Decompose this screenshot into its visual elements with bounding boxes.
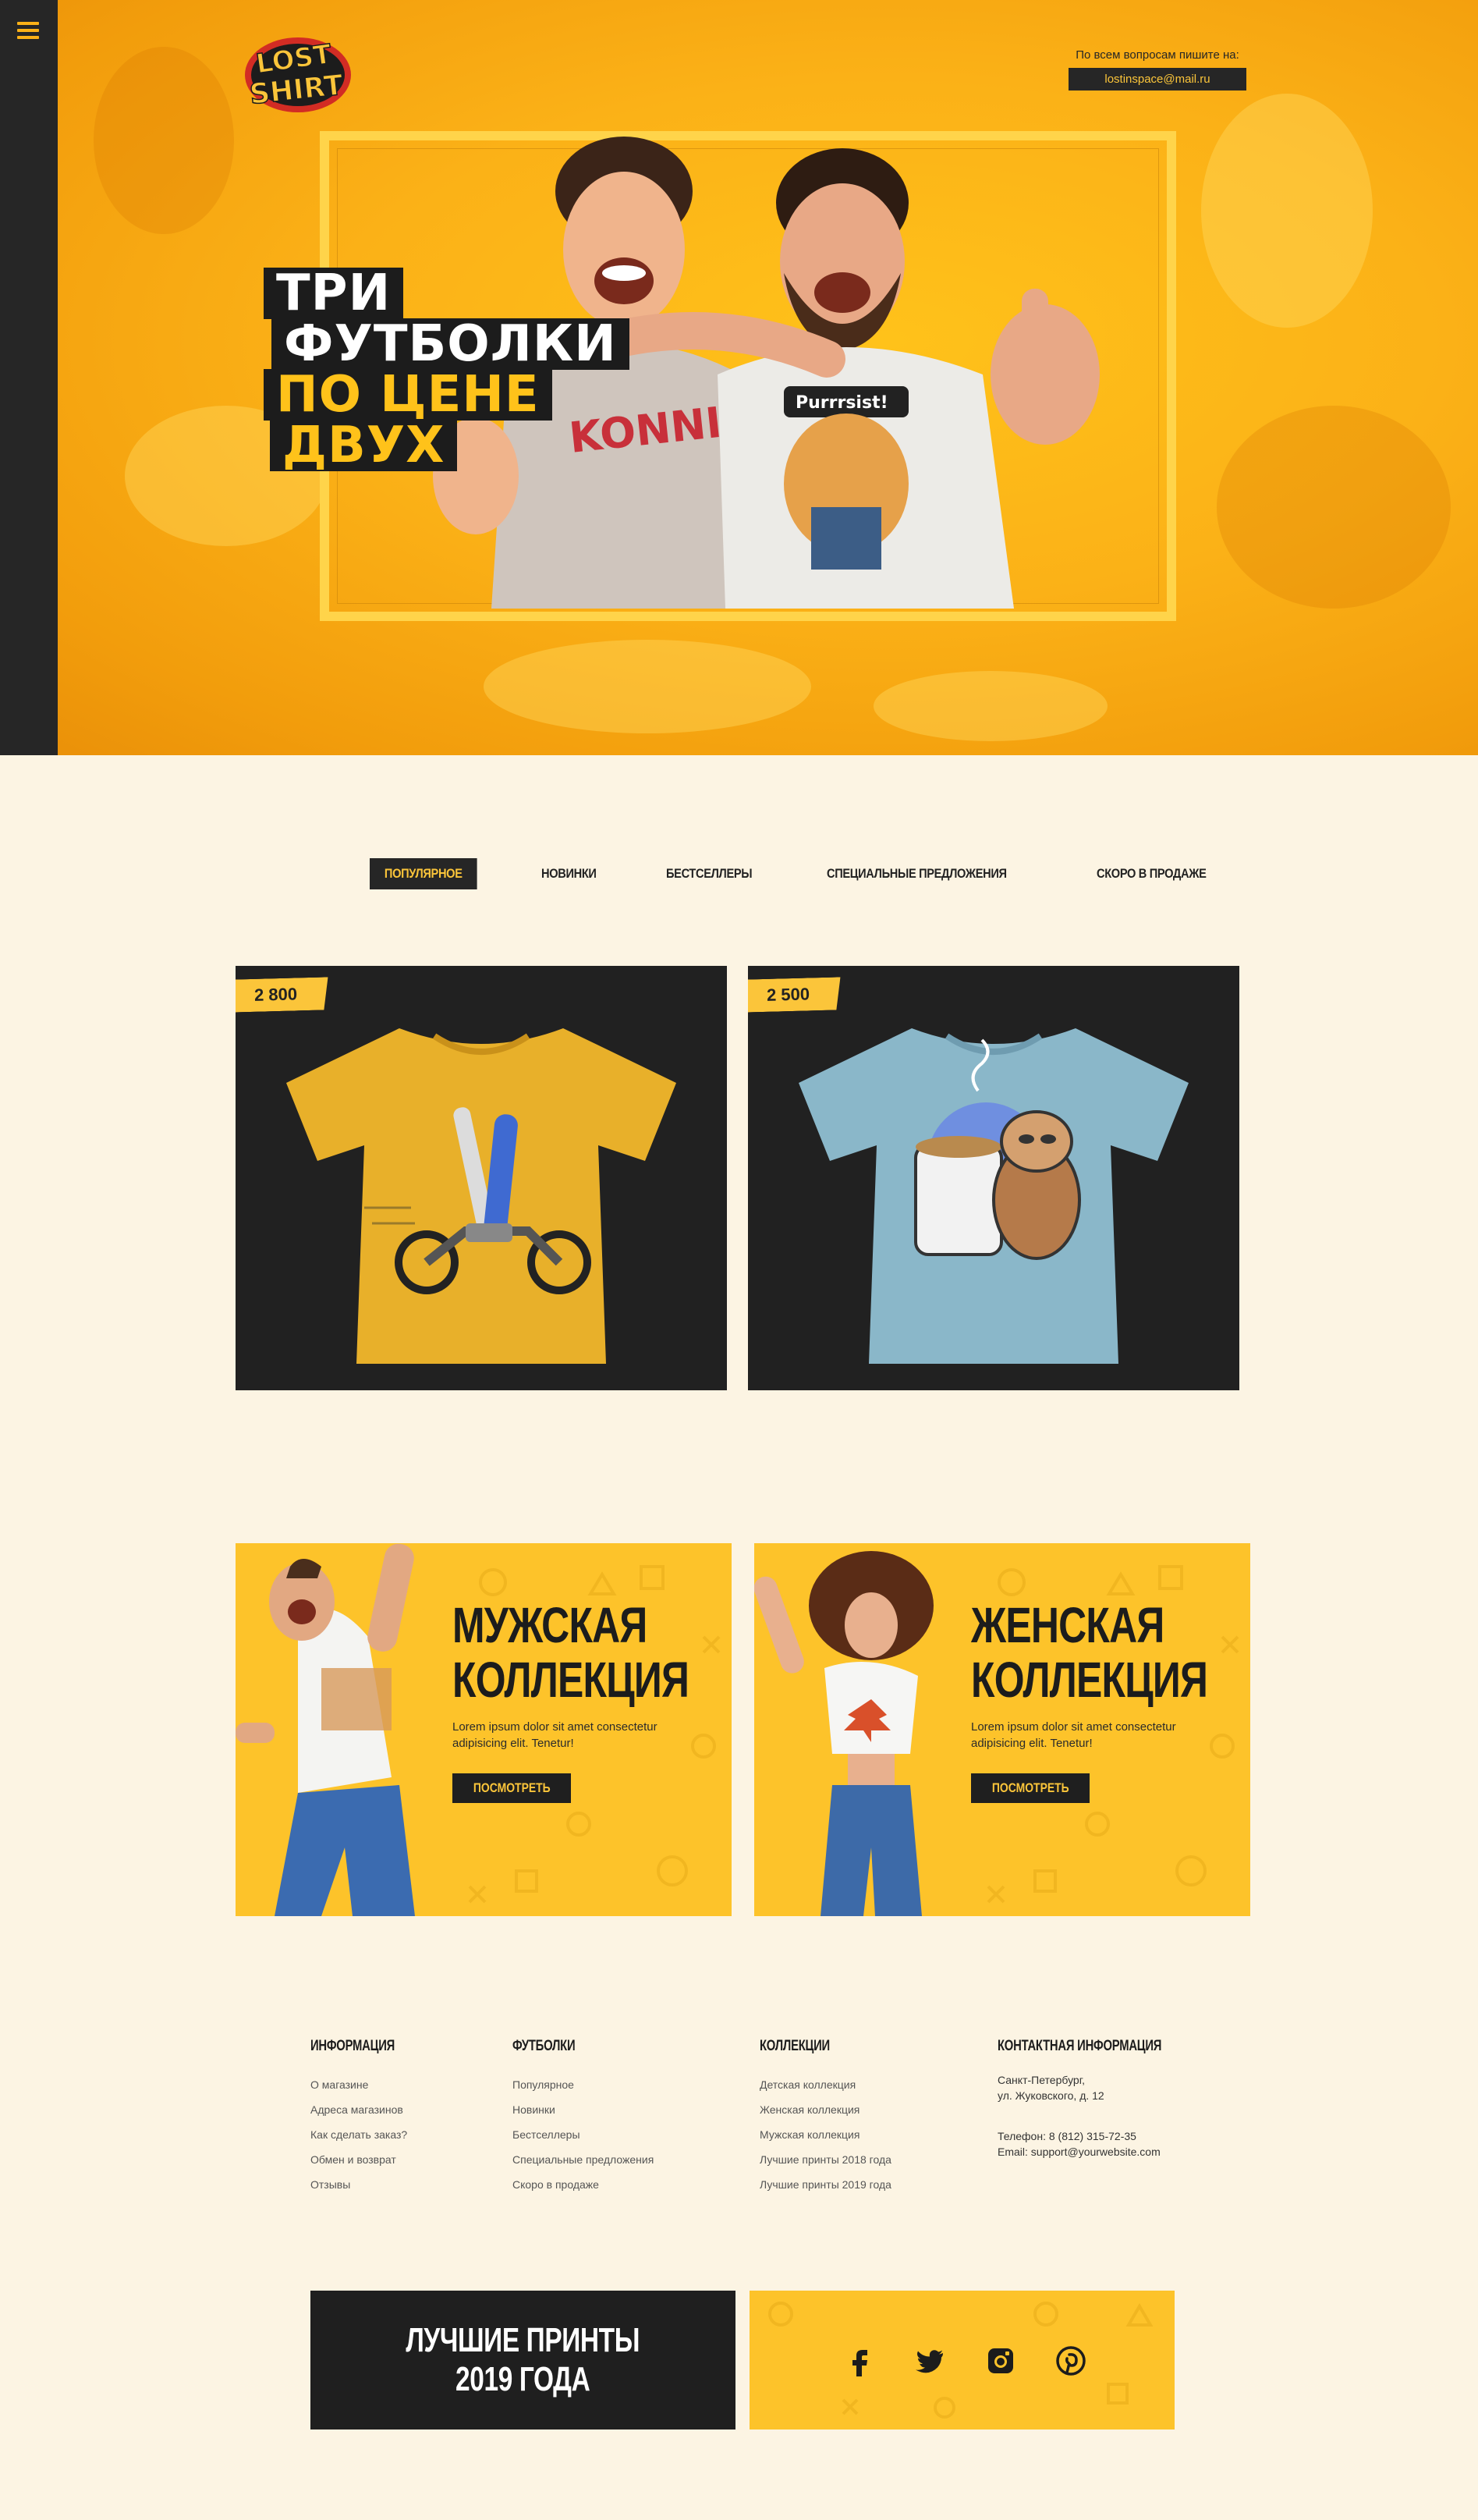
collection-description: Lorem ipsum dolor sit amet consectetur a… bbox=[971, 1720, 1176, 1750]
best-prints-banner[interactable]: ЛУЧШИЕ ПРИНТЫ 2019 ГОДА bbox=[310, 2291, 735, 2429]
brand-logo[interactable]: LOST SHIRT bbox=[242, 28, 359, 115]
right-shirt-print: Purrrsist! bbox=[796, 393, 888, 413]
footer-link[interactable]: Обмен и возврат bbox=[310, 2147, 419, 2172]
collection-description: Lorem ipsum dolor sit amet consectetur a… bbox=[452, 1720, 657, 1750]
contact-email-link[interactable]: lostinspace@mail.ru bbox=[1069, 68, 1246, 91]
social-links-panel bbox=[750, 2291, 1175, 2429]
tab-coming-soon[interactable]: СКОРО В ПРОДАЖЕ bbox=[1097, 866, 1207, 882]
hero-line-4: ДВУХ bbox=[270, 420, 458, 471]
footer-link[interactable]: Лучшие принты 2018 года bbox=[760, 2147, 891, 2172]
footer-column-title: КОНТАКТНАЯ ИНФОРМАЦИЯ bbox=[998, 2038, 1162, 2054]
footer-link[interactable]: Как сделать заказ? bbox=[310, 2122, 419, 2147]
footer-column-title: ФУТБОЛКИ bbox=[512, 2038, 576, 2054]
hero-line-2: ФУТБОЛКИ bbox=[271, 318, 629, 370]
hero-line-3: ПО ЦЕНЕ bbox=[264, 369, 552, 421]
footer-link[interactable]: Специальные предложения bbox=[512, 2147, 654, 2172]
footer-link[interactable]: Адреса магазинов bbox=[310, 2097, 419, 2122]
twitter-icon[interactable] bbox=[915, 2345, 946, 2376]
hamburger-menu-icon[interactable] bbox=[17, 22, 39, 41]
hero-decor bbox=[94, 47, 234, 234]
price-tag: 2 800 bbox=[236, 977, 329, 1012]
hero-decor bbox=[484, 640, 811, 733]
social-icons-row bbox=[845, 2345, 1086, 2376]
mens-collection-card: МУЖСКАЯ КОЛЛЕКЦИЯ Lorem ipsum dolor sit … bbox=[236, 1543, 732, 1916]
tshirt-image bbox=[286, 1028, 676, 1364]
tshirt-image bbox=[799, 1028, 1189, 1364]
view-womens-collection-button[interactable]: ПОСМОТРЕТЬ bbox=[971, 1773, 1090, 1803]
womens-collection-card: ЖЕНСКАЯ КОЛЛЕКЦИЯ Lorem ipsum dolor sit … bbox=[754, 1543, 1250, 1916]
contact-street: ул. Жуковского, д. 12 bbox=[998, 2089, 1104, 2102]
tab-special-offers[interactable]: СПЕЦИАЛЬНЫЕ ПРЕДЛОЖЕНИЯ bbox=[827, 866, 1007, 882]
footer-contacts-column: КОНТАКТНАЯ ИНФОРМАЦИЯ Санкт-Петербург, у… bbox=[998, 2038, 1208, 2160]
footer-tshirts-column: ФУТБОЛКИ Популярное Новинки Бестселлеры … bbox=[512, 2038, 654, 2197]
tab-popular[interactable]: ПОПУЛЯРНОЕ bbox=[370, 858, 477, 889]
footer-link[interactable]: Мужская коллекция bbox=[760, 2122, 891, 2147]
hero-decor bbox=[1217, 406, 1451, 609]
button-label: ПОСМОТРЕТЬ bbox=[473, 1780, 551, 1795]
header-contact: По всем вопросам пишите на: lostinspace@… bbox=[1069, 48, 1246, 91]
hero-decor bbox=[1201, 94, 1373, 328]
side-nav-bar bbox=[0, 0, 58, 755]
pinterest-icon[interactable] bbox=[1055, 2345, 1086, 2376]
product-tabs: ПОПУЛЯРНОЕ НОВИНКИ БЕСТСЕЛЛЕРЫ СПЕЦИАЛЬН… bbox=[370, 858, 1285, 889]
collection-title-line: ЖЕНСКАЯ bbox=[971, 1597, 1164, 1653]
collection-title: ЖЕНСКАЯ КОЛЛЕКЦИЯ bbox=[971, 1597, 1208, 1708]
footer-link[interactable]: Лучшие принты 2019 года bbox=[760, 2172, 891, 2197]
footer-link[interactable]: Бестселлеры bbox=[512, 2122, 654, 2147]
footer-link[interactable]: О магазине bbox=[310, 2072, 419, 2097]
product-card[interactable]: 2 500 bbox=[748, 966, 1239, 1390]
facebook-icon[interactable] bbox=[845, 2345, 876, 2376]
collection-title-line: КОЛЛЕКЦИЯ bbox=[452, 1652, 689, 1708]
footer-link[interactable]: Отзывы bbox=[310, 2172, 419, 2197]
contact-city: Санкт-Петербург, bbox=[998, 2074, 1085, 2086]
footer-info-column: ИНФОРМАЦИЯ О магазине Адреса магазинов К… bbox=[310, 2038, 419, 2197]
tab-bestsellers[interactable]: БЕСТСЕЛЛЕРЫ bbox=[666, 866, 753, 882]
collection-title: МУЖСКАЯ КОЛЛЕКЦИЯ bbox=[452, 1598, 689, 1707]
hero-banner: KONNICHIWA Purrrsist! ТРИ ФУТБОЛКИ ПО ЦЕ… bbox=[0, 0, 1478, 755]
footer-column-title: КОЛЛЕКЦИИ bbox=[760, 2038, 830, 2054]
footer-link[interactable]: Скоро в продаже bbox=[512, 2172, 654, 2197]
contact-phone: Телефон: 8 (812) 315-72-35 bbox=[998, 2130, 1136, 2142]
contact-email: Email: support@yourwebsite.com bbox=[998, 2146, 1161, 2158]
male-model-image bbox=[236, 1543, 415, 1916]
footer-link[interactable]: Популярное bbox=[512, 2072, 654, 2097]
female-model-image bbox=[754, 1551, 934, 1916]
hero-line-1: ТРИ bbox=[264, 268, 404, 319]
tab-new[interactable]: НОВИНКИ bbox=[541, 866, 597, 882]
best-prints-line-2: 2019 ГОДА bbox=[455, 2360, 590, 2398]
footer-column-title: ИНФОРМАЦИЯ bbox=[310, 2038, 395, 2054]
contact-label: По всем вопросам пишите на: bbox=[1076, 48, 1239, 62]
button-label: ПОСМОТРЕТЬ bbox=[991, 1780, 1069, 1795]
footer-link[interactable]: Новинки bbox=[512, 2097, 654, 2122]
footer-collections-column: КОЛЛЕКЦИИ Детская коллекция Женская колл… bbox=[760, 2038, 891, 2197]
hero-headline: ТРИ ФУТБОЛКИ ПО ЦЕНЕ ДВУХ bbox=[264, 268, 629, 471]
best-prints-line-1: ЛУЧШИЕ ПРИНТЫ bbox=[406, 2321, 640, 2359]
price-tag: 2 500 bbox=[748, 977, 842, 1012]
footer-link[interactable]: Детская коллекция bbox=[760, 2072, 891, 2097]
footer-link[interactable]: Женская коллекция bbox=[760, 2097, 891, 2122]
hero-decor bbox=[874, 671, 1108, 741]
instagram-icon[interactable] bbox=[985, 2345, 1016, 2376]
product-card[interactable]: 2 800 bbox=[236, 966, 727, 1390]
collection-title-line: КОЛЛЕКЦИЯ bbox=[971, 1652, 1208, 1708]
view-mens-collection-button[interactable]: ПОСМОТРЕТЬ bbox=[452, 1773, 571, 1803]
collection-title-line: МУЖСКАЯ bbox=[452, 1597, 647, 1653]
